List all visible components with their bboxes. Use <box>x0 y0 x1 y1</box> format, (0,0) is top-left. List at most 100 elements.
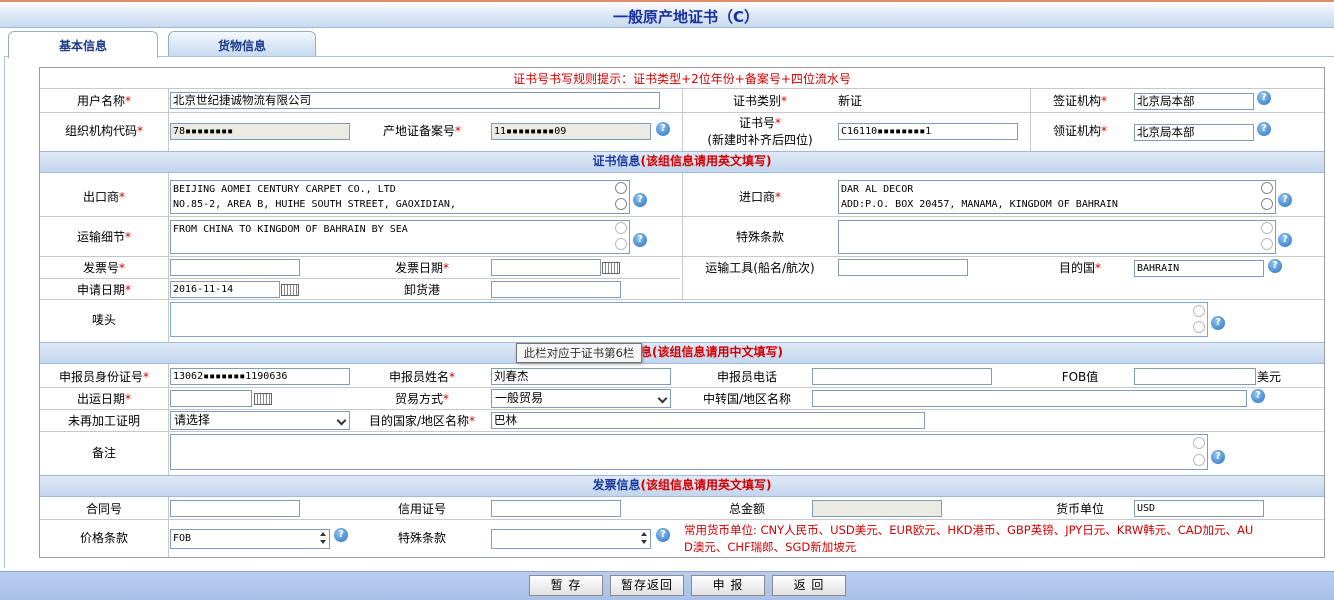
total-amount-field[interactable] <box>812 500 942 517</box>
trade-mode-value: 一般贸易 <box>495 391 544 405</box>
price-terms-label: 价格条款 <box>79 531 128 545</box>
help-icon[interactable]: ? <box>656 528 670 542</box>
help-icon[interactable]: ? <box>1278 233 1292 247</box>
invoice-special-terms-field[interactable] <box>491 529 651 549</box>
col-divider <box>168 88 169 151</box>
window-title: 一般原产地证书（C） <box>612 8 759 26</box>
help-icon[interactable]: ? <box>656 122 670 136</box>
row-divider <box>40 431 1324 432</box>
invoice-date-label: 发票日期* <box>394 261 449 275</box>
col-divider <box>168 173 169 342</box>
declarant-name-field[interactable]: 刘春杰 <box>491 368 671 385</box>
invoice-special-terms-label: 特殊条款 <box>397 531 446 545</box>
exporter-textarea[interactable]: BEIJING AOMEI CENTURY CARPET CO., LTD NO… <box>170 180 630 214</box>
transit-country-label: 中转国/地区名称 <box>702 392 792 406</box>
col-divider <box>168 497 169 557</box>
dest-name-field[interactable]: 巴林 <box>491 412 925 429</box>
invoice-date-field[interactable] <box>491 259 601 276</box>
user-name-label: 用户名称* <box>76 94 131 108</box>
remark-textarea[interactable] <box>170 434 1208 470</box>
help-icon[interactable]: ? <box>1211 450 1225 464</box>
save-button[interactable]: 暂 存 <box>529 575 603 596</box>
help-icon[interactable]: ? <box>633 193 647 207</box>
col-divider <box>168 364 169 475</box>
sign-org-label: 签证机构* <box>1052 94 1107 108</box>
declarant-id-field[interactable]: 13062▪▪▪▪▪▪▪1190636 <box>170 368 350 385</box>
total-amount-label: 总金额 <box>728 502 765 516</box>
invoice-no-field[interactable] <box>170 259 300 276</box>
contract-no-field[interactable] <box>170 500 300 517</box>
field-tooltip: 此栏对应于证书第6栏 <box>516 343 642 363</box>
help-icon[interactable]: ? <box>1268 259 1282 273</box>
declarant-section-header: 息(该组信息请用中文填写) <box>40 342 1324 364</box>
ship-date-field[interactable] <box>170 390 252 407</box>
processing-cert-select[interactable]: 请选择 <box>170 411 350 430</box>
origin-reg-label: 产地证备案号* <box>382 124 461 138</box>
col-divider <box>682 173 683 299</box>
tab-goods-info[interactable]: 货物信息 <box>168 31 316 57</box>
help-icon[interactable]: ? <box>1257 122 1271 136</box>
collect-org-label: 领证机构* <box>1052 124 1107 138</box>
transit-country-field[interactable] <box>812 390 1247 407</box>
invoice-no-label: 发票号* <box>82 261 125 275</box>
origin-reg-field[interactable]: 11▪▪▪▪▪▪▪▪09 <box>491 123 651 140</box>
calendar-icon[interactable] <box>602 262 620 274</box>
unload-port-field[interactable] <box>491 281 621 298</box>
cert-no-field[interactable]: C16110▪▪▪▪▪▪▪▪1 <box>838 123 1018 140</box>
fob-field[interactable] <box>1134 368 1256 385</box>
scrollbar[interactable] <box>1191 435 1207 469</box>
sign-org-field[interactable]: 北京局本部 <box>1134 93 1254 110</box>
scrollbar[interactable] <box>613 221 629 253</box>
exporter-text: BEIJING AOMEI CENTURY CARPET CO., LTD NO… <box>173 184 456 210</box>
cert-no-label: 证书号* <box>738 116 781 130</box>
currency-field[interactable]: USD <box>1134 500 1264 517</box>
col-divider <box>682 88 683 151</box>
exporter-label: 出口商* <box>82 190 125 204</box>
trade-mode-select[interactable]: 一般贸易 <box>491 389 671 408</box>
importer-textarea[interactable]: DAR AL DECOR ADD:P.O. BOX 20457, MANAMA,… <box>838 180 1276 214</box>
price-terms-field[interactable]: FOB <box>170 529 330 549</box>
row-divider <box>40 278 680 279</box>
calendar-icon[interactable] <box>281 284 299 296</box>
lc-no-label: 信用证号 <box>397 502 446 516</box>
spinner[interactable] <box>639 531 649 545</box>
apply-date-field[interactable]: 2016-11-14 <box>170 281 280 298</box>
chevron-down-icon <box>657 393 668 404</box>
shipping-mark-label: 唛头 <box>91 313 116 327</box>
row-divider <box>40 387 1324 388</box>
help-icon[interactable]: ? <box>1278 193 1292 207</box>
scrollbar[interactable] <box>1259 181 1275 213</box>
app-root: 一般原产地证书（C） 基本信息 货物信息 证书号书写规则提示：证书类型+2位年份… <box>0 0 1334 600</box>
help-icon[interactable]: ? <box>633 233 647 247</box>
cert-type-value: 新证 <box>838 94 863 108</box>
row-divider <box>40 409 1324 410</box>
help-icon[interactable]: ? <box>334 528 348 542</box>
calendar-icon[interactable] <box>254 393 272 405</box>
ship-date-label: 出运日期* <box>76 392 131 406</box>
scrollbar[interactable] <box>1191 303 1207 336</box>
transport-textarea[interactable]: FROM CHINA TO KINGDOM OF BAHRAIN BY SEA <box>170 220 630 254</box>
dest-country-field[interactable]: BAHRAIN <box>1134 260 1264 277</box>
dest-country-label: 目的国* <box>1058 261 1101 275</box>
declarant-phone-field[interactable] <box>812 368 992 385</box>
scrollbar[interactable] <box>613 181 629 213</box>
user-name-field[interactable]: 北京世纪捷诚物流有限公司 <box>170 92 660 109</box>
vessel-field[interactable] <box>838 259 968 276</box>
chevron-down-icon <box>336 415 347 426</box>
fob-label: FOB值 <box>1061 370 1099 384</box>
tab-basic-info[interactable]: 基本信息 <box>8 31 158 58</box>
lc-no-field[interactable] <box>491 500 621 517</box>
help-icon[interactable]: ? <box>1251 389 1265 403</box>
special-terms-textarea[interactable] <box>838 220 1276 254</box>
shipping-mark-textarea[interactable] <box>170 302 1208 337</box>
collect-org-field[interactable]: 北京局本部 <box>1134 124 1254 141</box>
declare-button[interactable]: 申 报 <box>691 575 765 596</box>
back-button[interactable]: 返 回 <box>772 575 846 596</box>
save-return-button[interactable]: 暂存返回 <box>610 575 684 596</box>
help-icon[interactable]: ? <box>1211 316 1225 330</box>
org-code-field[interactable]: 78▪▪▪▪▪▪▪▪ <box>170 123 350 140</box>
scrollbar[interactable] <box>1259 221 1275 253</box>
importer-label: 进口商* <box>738 190 781 204</box>
spinner[interactable] <box>318 531 328 545</box>
help-icon[interactable]: ? <box>1257 91 1271 105</box>
